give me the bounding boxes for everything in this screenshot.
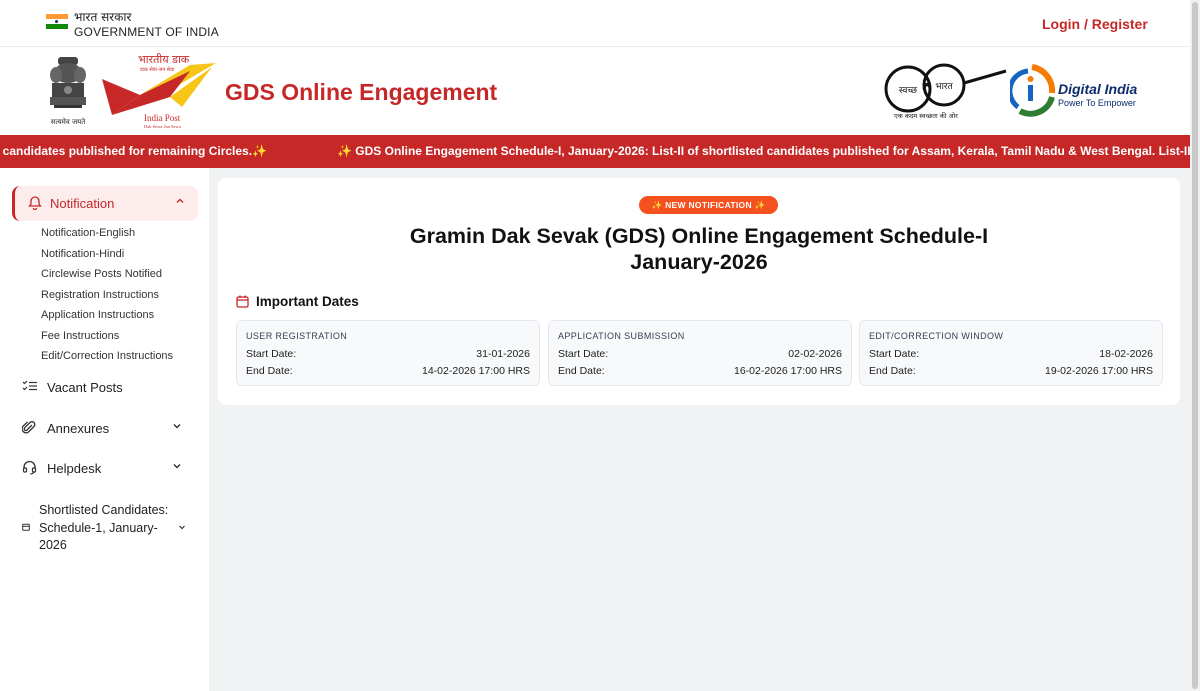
date-card-user-registration: USER REGISTRATION Start Date: 31-01-2026…	[236, 320, 540, 386]
notification-card: ✨ NEW NOTIFICATION ✨ Gramin Dak Sevak (G…	[218, 178, 1180, 405]
sub-item-notification-english[interactable]: Notification-English	[41, 227, 135, 239]
page-title: Gramin Dak Sevak (GDS) Online Engagement…	[218, 223, 1180, 275]
login-register-link[interactable]: Login / Register	[1042, 16, 1148, 32]
site-header: सत्यमेव जयते भारतीय डाक डाक सेवा-जन सेवा…	[0, 47, 1190, 135]
digital-india-text: Digital India	[1058, 81, 1138, 97]
date-card-title: EDIT/CORRECTION WINDOW	[869, 331, 1004, 341]
sub-item-application-instructions[interactable]: Application Instructions	[41, 309, 154, 321]
end-date-value: 14-02-2026 17:00 HRS	[422, 365, 530, 377]
sidebar-item-shortlisted[interactable]: Shortlisted Candidates: Schedule-1, Janu…	[22, 502, 192, 556]
sidebar-item-label: Helpdesk	[47, 461, 102, 476]
india-post-tagline-hi: डाक सेवा-जन सेवा	[139, 66, 175, 73]
ticker-item[interactable]: ✨ GDS Online Engagement Schedule-I, Janu…	[337, 144, 1190, 158]
paperclip-icon	[22, 421, 36, 434]
important-dates-label: Important Dates	[256, 294, 359, 309]
ticker-item[interactable]: d candidates published for remaining Cir…	[0, 144, 267, 158]
sidebar-item-notification[interactable]: Notification	[12, 186, 198, 221]
start-date-value: 31-01-2026	[476, 348, 530, 360]
end-date-value: 16-02-2026 17:00 HRS	[734, 365, 842, 377]
end-date-label: End Date:	[246, 365, 293, 377]
bell-icon	[28, 196, 42, 210]
start-date-value: 02-02-2026	[788, 348, 842, 360]
national-emblem-icon: सत्यमेव जयते	[50, 57, 86, 126]
date-card-title: APPLICATION SUBMISSION	[558, 331, 685, 341]
india-flag-icon	[46, 14, 68, 29]
swachh-left-text: स्वच्छ	[899, 86, 918, 96]
chevron-down-icon	[173, 424, 181, 429]
digital-india-tagline: Power To Empower	[1058, 98, 1136, 108]
page-title-line2: January-2026	[630, 250, 768, 274]
chevron-down-icon	[179, 525, 185, 530]
new-notification-badge: ✨ NEW NOTIFICATION ✨	[639, 196, 778, 214]
swachh-right-text: भारत	[935, 82, 953, 92]
page-scrollbar[interactable]	[1190, 0, 1200, 691]
sidebar-item-label: Annexures	[47, 421, 110, 436]
chevron-up-icon	[176, 198, 184, 203]
date-card-title: USER REGISTRATION	[246, 331, 348, 341]
sidebar-item-label: Shortlisted Candidates: Schedule-1, Janu…	[39, 503, 169, 552]
page-title-line1: Gramin Dak Sevak (GDS) Online Engagement…	[409, 224, 989, 248]
sidebar-item-label: Vacant Posts	[47, 380, 123, 395]
start-date-label: Start Date:	[869, 348, 920, 360]
start-date-value: 18-02-2026	[1099, 348, 1153, 360]
india-post-english: India Post	[144, 113, 181, 123]
site-title: GDS Online Engagement	[225, 79, 498, 105]
end-date-value: 19-02-2026 17:00 HRS	[1045, 365, 1153, 377]
end-date-label: End Date:	[869, 365, 916, 377]
calendar-small-icon	[22, 523, 30, 531]
scrollbar-thumb[interactable]	[1192, 2, 1198, 689]
swachh-bharat-logo: स्वच्छ भारत एक कदम स्वच्छता की ओर	[884, 63, 1007, 120]
india-post-hindi: भारतीय डाक	[138, 53, 190, 66]
sidebar-item-label: Notification	[50, 196, 115, 211]
sub-item-edit-correction-instructions[interactable]: Edit/Correction Instructions	[41, 350, 173, 362]
date-card-application-submission: APPLICATION SUBMISSION Start Date: 02-02…	[548, 320, 852, 386]
india-post-tagline-en: Dak Sewa-Jan Sewa	[144, 124, 181, 129]
headset-icon	[22, 460, 37, 475]
sidebar-item-helpdesk[interactable]: Helpdesk	[22, 457, 192, 481]
calendar-icon	[236, 295, 249, 308]
sidebar-item-annexures[interactable]: Annexures	[22, 417, 192, 441]
list-check-icon	[22, 380, 37, 391]
date-card-edit-correction: EDIT/CORRECTION WINDOW Start Date: 18-02…	[859, 320, 1163, 386]
gov-english-text: GOVERNMENT OF INDIA	[74, 25, 219, 39]
sub-item-circlewise-posts[interactable]: Circlewise Posts Notified	[41, 268, 162, 280]
end-date-label: End Date:	[558, 365, 605, 377]
digital-india-logo: Digital India Power To Empower	[1010, 64, 1138, 117]
sub-item-registration-instructions[interactable]: Registration Instructions	[41, 289, 159, 301]
gov-hindi-text: भारत सरकार	[74, 10, 132, 24]
emblem-caption: सत्यमेव जयते	[51, 117, 86, 126]
india-post-logo: भारतीय डाक डाक सेवा-जन सेवा India Post D…	[102, 53, 216, 129]
chevron-down-icon	[173, 464, 181, 469]
main-content: ✨ NEW NOTIFICATION ✨ Gramin Dak Sevak (G…	[209, 168, 1190, 691]
start-date-label: Start Date:	[558, 348, 609, 360]
sub-item-notification-hindi[interactable]: Notification-Hindi	[41, 248, 124, 260]
news-ticker: d candidates published for remaining Cir…	[0, 135, 1190, 168]
sidebar-item-vacant-posts[interactable]: Vacant Posts	[22, 376, 192, 400]
swachh-caption: एक कदम स्वच्छता की ओर	[894, 112, 958, 120]
government-bar: भारत सरकार GOVERNMENT OF INDIA Login / R…	[0, 0, 1190, 47]
sidebar: Notification Notification-English Notifi…	[0, 168, 209, 691]
start-date-label: Start Date:	[246, 348, 297, 360]
sub-item-fee-instructions[interactable]: Fee Instructions	[41, 330, 119, 342]
